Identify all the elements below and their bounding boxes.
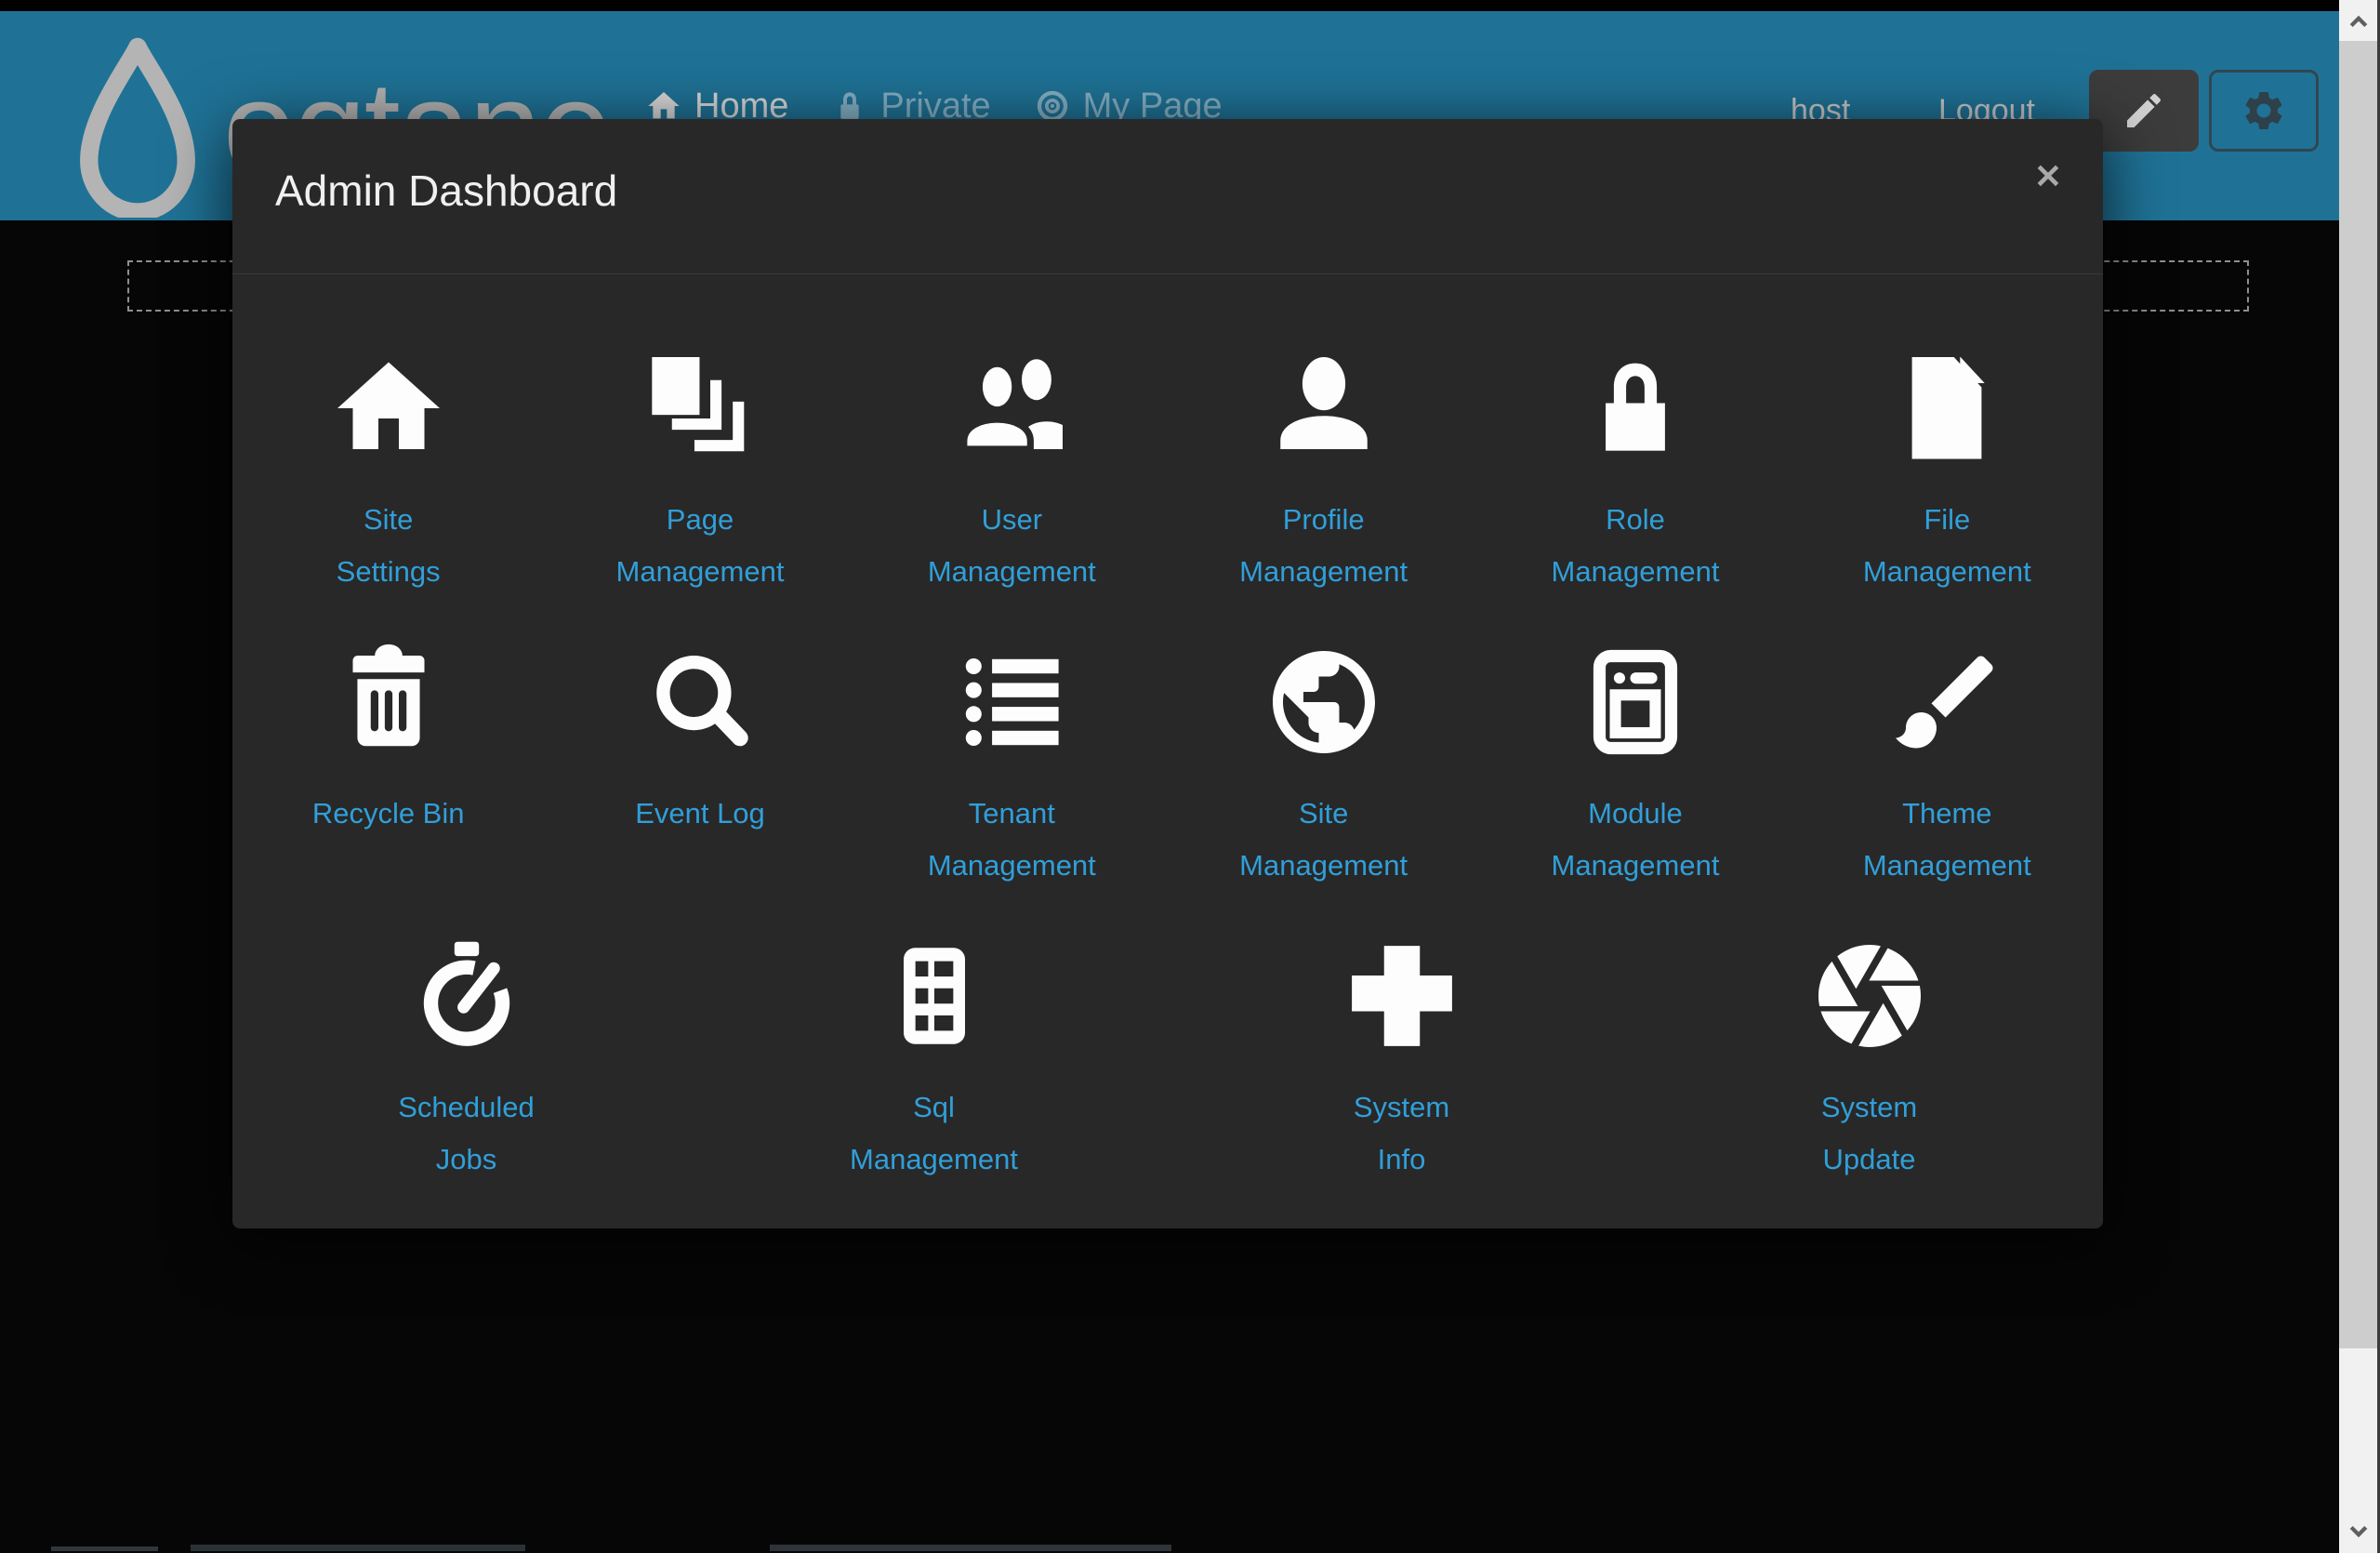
tile-label: System Info	[1354, 1082, 1449, 1186]
tile-label: Event Log	[635, 788, 765, 840]
chevron-up-icon	[2346, 7, 2372, 33]
tile-label: Scheduled Jobs	[398, 1082, 535, 1186]
trash-icon	[327, 641, 450, 763]
tile-label: Role Management	[1552, 494, 1720, 598]
tile-site-management[interactable]: Site Management	[1168, 641, 1479, 892]
tile-system-update[interactable]: System Update	[1635, 935, 2103, 1186]
plus-icon	[1341, 935, 1463, 1057]
tile-label: Module Management	[1552, 788, 1720, 892]
home-icon	[327, 347, 450, 470]
tile-label: File Management	[1863, 494, 2031, 598]
globe-icon	[1263, 641, 1385, 763]
person-icon	[1263, 347, 1385, 470]
tile-label: Page Management	[616, 494, 785, 598]
tile-theme-management[interactable]: Theme Management	[1792, 641, 2103, 892]
people-icon	[950, 347, 1073, 470]
tile-recycle-bin[interactable]: Recycle Bin	[232, 641, 544, 892]
tile-label: Sql Management	[850, 1082, 1018, 1186]
modal-body: Site Settings Page Management	[232, 274, 2103, 1186]
droplet-icon	[67, 37, 208, 218]
lock-icon	[1574, 347, 1697, 470]
tile-label: System Update	[1821, 1082, 1917, 1186]
tile-event-log[interactable]: Event Log	[544, 641, 855, 892]
tile-scheduled-jobs[interactable]: Scheduled Jobs	[232, 935, 700, 1186]
file-icon	[1885, 347, 2008, 470]
tile-label: Theme Management	[1863, 788, 2031, 892]
modal-title: Admin Dashboard	[275, 166, 617, 216]
clipped-bottom-content	[51, 1546, 158, 1551]
clipped-bottom-content	[191, 1545, 525, 1551]
admin-dashboard-modal: Admin Dashboard ✕ Site Settings	[232, 119, 2103, 1228]
tile-label: User Management	[928, 494, 1096, 598]
tile-label: Profile Management	[1239, 494, 1408, 598]
tile-label: Tenant Management	[928, 788, 1096, 892]
tile-label: Site Management	[1239, 788, 1408, 892]
tile-sql-management[interactable]: Sql Management	[700, 935, 1168, 1186]
tile-profile-management[interactable]: Profile Management	[1168, 347, 1479, 598]
tile-page-management[interactable]: Page Management	[544, 347, 855, 598]
module-icon	[1574, 641, 1697, 763]
search-icon	[639, 641, 761, 763]
tile-tenant-management[interactable]: Tenant Management	[856, 641, 1168, 892]
camera-icon	[1808, 935, 1931, 1057]
pages-icon	[639, 347, 761, 470]
tile-row: Site Settings Page Management	[232, 347, 2103, 598]
chevron-down-icon	[2346, 1520, 2372, 1546]
vertical-scrollbar[interactable]	[2339, 0, 2377, 1553]
tile-label: Site Settings	[337, 494, 441, 598]
top-strip	[0, 0, 2339, 11]
tile-label: Recycle Bin	[312, 788, 465, 840]
sql-icon	[873, 935, 996, 1057]
tile-role-management[interactable]: Role Management	[1479, 347, 1791, 598]
tile-user-management[interactable]: User Management	[856, 347, 1168, 598]
pencil-icon	[2122, 88, 2166, 133]
tile-system-info[interactable]: System Info	[1168, 935, 1635, 1186]
tile-module-management[interactable]: Module Management	[1479, 641, 1791, 892]
gear-icon	[2241, 87, 2287, 134]
tile-site-settings[interactable]: Site Settings	[232, 347, 544, 598]
tile-row: Recycle Bin Event Log	[232, 641, 2103, 892]
edit-mode-button[interactable]	[2089, 70, 2199, 152]
brush-icon	[1885, 641, 2008, 763]
timer-icon	[405, 935, 528, 1057]
screen: oqtane Home Private My Page	[0, 0, 2380, 1553]
clipped-bottom-content	[770, 1545, 1171, 1551]
scroll-up-button[interactable]	[2339, 0, 2377, 41]
tile-row: Scheduled Jobs Sql	[232, 935, 2103, 1186]
tile-file-management[interactable]: File Management	[1792, 347, 2103, 598]
scrollbar-thumb[interactable]	[2339, 41, 2377, 1348]
scroll-down-button[interactable]	[2339, 1512, 2377, 1553]
close-icon[interactable]: ✕	[2034, 160, 2062, 193]
list-icon	[950, 641, 1073, 763]
settings-button[interactable]	[2209, 70, 2319, 152]
modal-header: Admin Dashboard ✕	[232, 119, 2103, 274]
